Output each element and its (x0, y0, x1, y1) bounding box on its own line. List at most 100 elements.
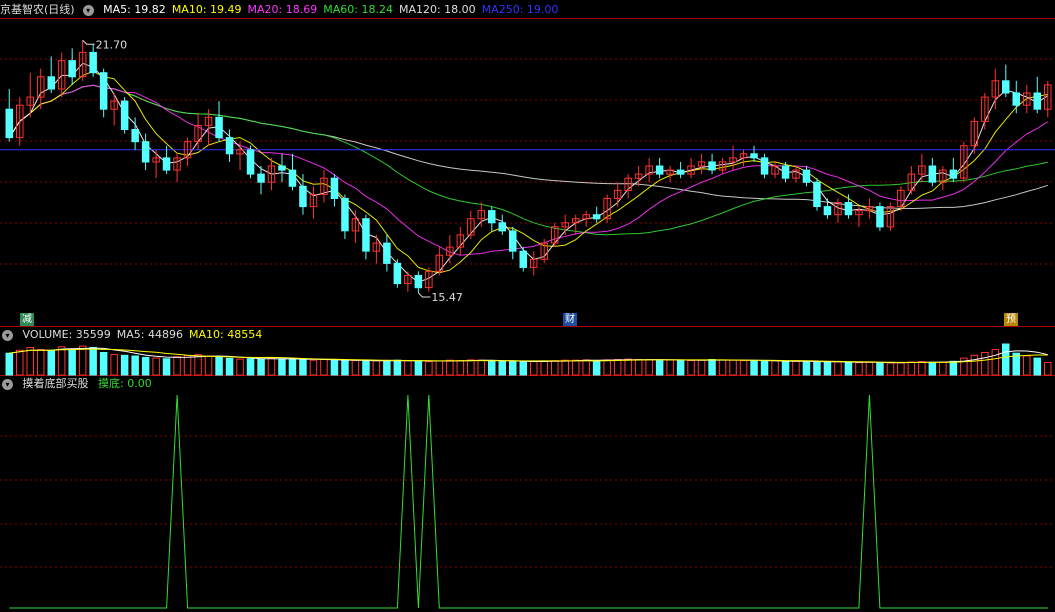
volume-bar (404, 360, 412, 376)
volume-bar (16, 349, 24, 376)
volume-bar (582, 359, 590, 376)
candle-body (215, 116, 223, 139)
candle-body (592, 214, 601, 220)
volume-bar (697, 359, 706, 376)
volume-bar (865, 361, 874, 376)
volume-bar (949, 360, 958, 376)
volume-bar (225, 357, 234, 376)
candle-body (299, 185, 307, 208)
volume-bar (981, 352, 989, 376)
volume-bar (771, 360, 779, 376)
volume-bar (876, 362, 884, 376)
candle-body (131, 129, 139, 143)
candle-body (750, 153, 758, 159)
volume-bar (540, 360, 548, 376)
volume-bar (572, 359, 580, 376)
volume-bar (68, 348, 76, 376)
volume-bar (750, 360, 758, 376)
candle-body (5, 108, 13, 139)
candle-body (393, 262, 402, 285)
volume-bar (5, 352, 13, 376)
volume-bar (739, 360, 748, 376)
volume-bar (288, 358, 297, 376)
volume-bar (592, 360, 601, 376)
candle-body (928, 165, 937, 183)
volume-bar (162, 358, 171, 376)
volume-bar (131, 355, 139, 376)
volume-bar (844, 361, 853, 376)
volume-bar (834, 361, 842, 376)
volume-bar (645, 359, 653, 376)
volume-bar (362, 360, 370, 376)
volume-bar (330, 359, 339, 376)
volume-bar (907, 361, 916, 376)
volume-bar (1033, 357, 1041, 376)
candle-body (1012, 92, 1020, 106)
volume-bar (320, 359, 328, 376)
candle-body (813, 181, 821, 207)
candle-body (120, 100, 129, 130)
low-price-label: 15.47 (431, 291, 463, 304)
high-pointer (82, 39, 95, 45)
volume-bar (173, 356, 181, 376)
volume-bar (488, 360, 496, 376)
ma-line-ma120 (8, 84, 1048, 210)
candle-body (278, 165, 286, 171)
candle-body (509, 230, 517, 252)
volume-bar (372, 360, 381, 376)
candle-body (330, 177, 339, 199)
volume-bar (183, 355, 192, 376)
volume-bar (687, 360, 695, 376)
volume-bar (886, 362, 895, 376)
candle-body (655, 165, 664, 175)
volume-bar (204, 355, 213, 376)
volume-bar (970, 354, 979, 376)
candle-body (781, 165, 790, 179)
volume-bar (760, 360, 769, 376)
volume-bar (498, 360, 506, 376)
volume-bar (89, 347, 97, 376)
volume-bar (855, 362, 863, 376)
volume-bar (792, 360, 800, 376)
volume-bar (613, 359, 622, 376)
volume-bar (519, 361, 527, 376)
candle-body (802, 169, 811, 183)
volume-bar (729, 359, 737, 376)
volume-bar (467, 359, 475, 376)
volume-bar (939, 361, 947, 376)
volume-bar (246, 358, 255, 376)
volume-bar (309, 359, 318, 376)
candle-body (383, 242, 391, 264)
volume-bar (655, 359, 664, 376)
candle-body (676, 169, 685, 175)
volume-bar (141, 356, 150, 376)
candle-body (708, 161, 716, 171)
volume-bar (991, 349, 1000, 376)
volume-bar (708, 359, 716, 376)
candle-body (162, 157, 171, 171)
volume-bar (120, 354, 129, 376)
low-pointer (418, 292, 431, 298)
volume-bar (1044, 362, 1052, 376)
volume-bar (813, 361, 821, 376)
candle-body (141, 141, 150, 163)
volume-bar (299, 359, 307, 376)
candle-body (68, 60, 76, 78)
volume-bar (781, 361, 790, 376)
ma-line-ma5 (8, 62, 1049, 283)
candle-body (498, 222, 506, 232)
volume-bar (634, 359, 643, 376)
candle-body (341, 197, 349, 232)
volume-bar (425, 361, 433, 376)
volume-bar (561, 359, 569, 376)
volume-bar (624, 358, 632, 376)
volume-bar (718, 359, 727, 376)
volume-bar (897, 362, 905, 376)
indicator-line (9, 394, 1048, 609)
volume-bar (47, 350, 55, 376)
high-price-label: 21.70 (96, 38, 128, 51)
candle-body (414, 275, 423, 289)
candle-body (949, 169, 958, 179)
volume-bar (477, 359, 485, 376)
volume-bar (37, 349, 45, 376)
